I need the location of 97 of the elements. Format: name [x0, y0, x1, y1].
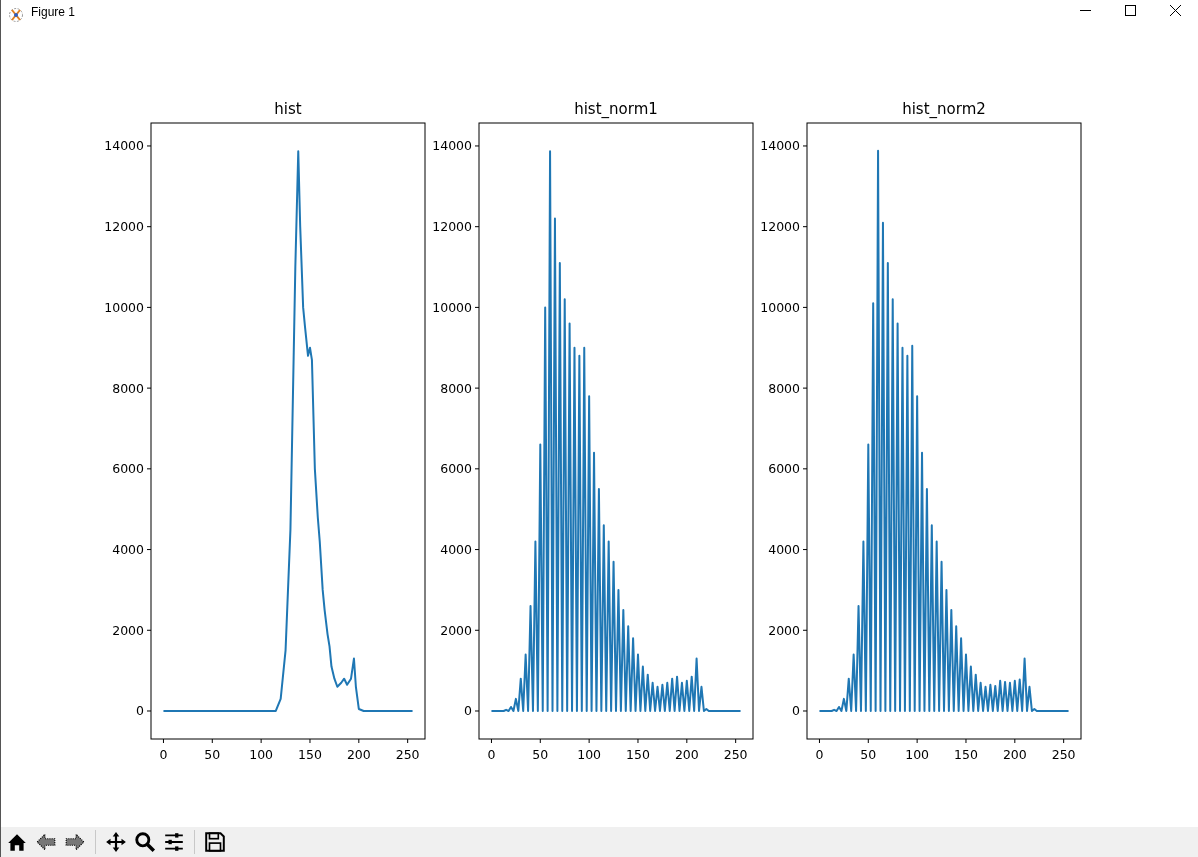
tick-mark: [211, 738, 213, 744]
tick-mark: [802, 145, 808, 147]
tick-label: 8000: [440, 380, 472, 396]
tick-label: 8000: [112, 380, 144, 396]
tick-label: 50: [860, 747, 877, 762]
tick-label: 150: [954, 747, 978, 762]
tick-label: 14000: [432, 138, 472, 154]
tick-label: 250: [395, 747, 420, 762]
tick-label: 0: [136, 703, 144, 719]
tick-mark: [802, 226, 808, 228]
tick-mark: [802, 710, 808, 712]
tick-label: 100: [905, 747, 930, 762]
tick-mark: [146, 629, 152, 631]
sliders-icon[interactable]: [163, 831, 185, 853]
tick-label: 8000: [768, 380, 800, 396]
tick-mark: [637, 738, 639, 744]
tick-label: 6000: [112, 461, 144, 477]
tick-label: 12000: [760, 219, 800, 235]
chart-title: hist_norm2: [902, 100, 986, 118]
tick-mark: [802, 306, 808, 308]
tick-mark: [802, 468, 808, 470]
tick-label: 100: [577, 747, 602, 762]
tick-label: 4000: [112, 542, 144, 558]
tick-mark: [407, 738, 409, 744]
tick-label: 0: [815, 747, 824, 762]
tick-mark: [474, 387, 480, 389]
tick-label: 250: [1051, 747, 1076, 762]
tick-mark: [146, 468, 152, 470]
tick-label: 150: [626, 747, 650, 762]
tick-label: 14000: [104, 138, 144, 154]
tick-label: 14000: [760, 138, 800, 154]
tick-mark: [474, 226, 480, 228]
tick-label: 6000: [768, 461, 800, 477]
tick-mark: [309, 738, 311, 744]
tick-label: 4000: [768, 542, 800, 558]
tick-mark: [474, 629, 480, 631]
tick-mark: [965, 738, 967, 744]
tick-mark: [802, 549, 808, 551]
tick-label: 150: [298, 747, 322, 762]
chart-title: hist_norm1: [574, 100, 658, 118]
tick-mark: [802, 629, 808, 631]
tick-label: 100: [249, 747, 274, 762]
tick-mark: [146, 145, 152, 147]
move-icon[interactable]: [105, 831, 127, 853]
tick-label: 50: [532, 747, 549, 762]
tick-mark: [1063, 738, 1065, 744]
tick-label: 0: [464, 703, 472, 719]
chart-title: hist: [274, 100, 302, 118]
tick-label: 0: [487, 747, 496, 762]
tick-mark: [358, 738, 360, 744]
tick-label: 12000: [104, 219, 144, 235]
tick-mark: [146, 387, 152, 389]
tick-mark: [474, 145, 480, 147]
tick-label: 2000: [768, 622, 800, 638]
tick-label: 200: [346, 747, 371, 762]
tick-mark: [539, 738, 541, 744]
tick-label: 2000: [440, 622, 472, 638]
tick-label: 0: [159, 747, 168, 762]
tick-label: 0: [792, 703, 800, 719]
forward-arrow-icon[interactable]: [64, 831, 86, 853]
tick-mark: [490, 738, 492, 744]
tick-mark: [146, 306, 152, 308]
tick-mark: [818, 738, 820, 744]
tick-label: 250: [723, 747, 748, 762]
back-arrow-icon[interactable]: [35, 831, 57, 853]
tick-label: 2000: [112, 622, 144, 638]
tick-mark: [146, 710, 152, 712]
tick-label: 200: [1002, 747, 1027, 762]
save-icon[interactable]: [204, 831, 226, 853]
maximize-icon: [1125, 4, 1136, 16]
tick-mark: [1014, 738, 1016, 744]
app-icon: [8, 7, 24, 23]
tick-label: 10000: [432, 299, 472, 315]
tick-mark: [162, 738, 164, 744]
tick-mark: [802, 387, 808, 389]
tick-mark: [474, 468, 480, 470]
tick-mark: [916, 738, 918, 744]
tick-mark: [474, 710, 480, 712]
tick-label: 200: [674, 747, 699, 762]
tick-mark: [260, 738, 262, 744]
close-icon: [1170, 4, 1181, 16]
tick-mark: [735, 738, 737, 744]
window-title: Figure 1: [31, 5, 76, 19]
tick-mark: [867, 738, 869, 744]
tick-label: 6000: [440, 461, 472, 477]
zoom-icon[interactable]: [134, 831, 156, 853]
tick-label: 50: [204, 747, 221, 762]
tick-mark: [474, 306, 480, 308]
tick-label: 12000: [432, 219, 472, 235]
tick-label: 4000: [440, 542, 472, 558]
tick-mark: [474, 549, 480, 551]
tick-mark: [146, 549, 152, 551]
tick-mark: [146, 226, 152, 228]
tick-label: 10000: [760, 299, 800, 315]
tick-mark: [686, 738, 688, 744]
tick-mark: [588, 738, 590, 744]
tick-label: 10000: [104, 299, 144, 315]
